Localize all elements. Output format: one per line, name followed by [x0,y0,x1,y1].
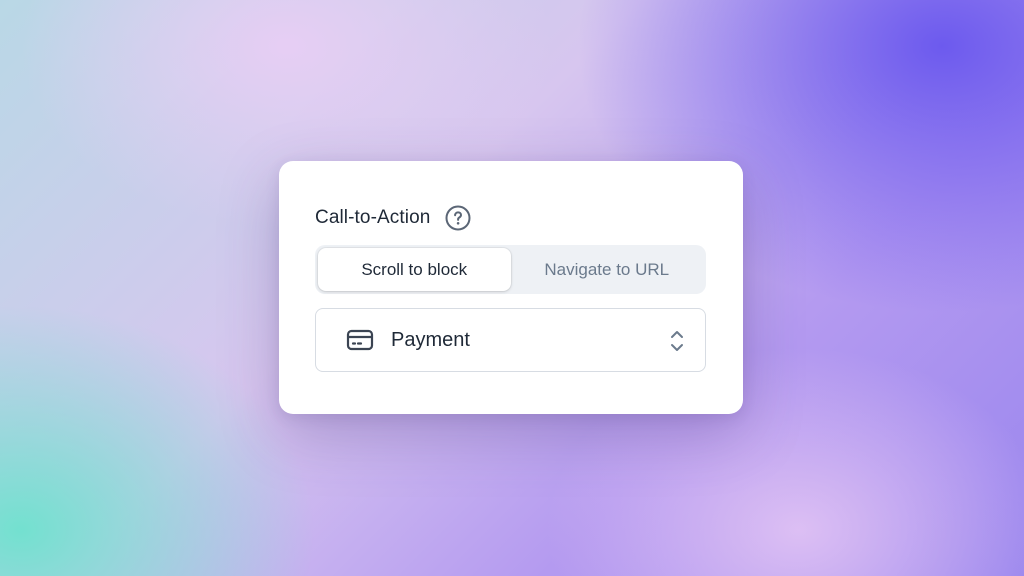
cta-header: Call-to-Action [315,205,471,231]
target-block-select[interactable]: Payment [315,308,706,372]
navigate-to-url-option[interactable]: Navigate to URL [511,248,704,291]
cta-settings-card: Call-to-Action Scroll to block Navigate … [279,161,743,414]
page-background: { "panel": { "title": "Call-to-Action", … [0,0,1024,576]
cta-mode-segmented-control: Scroll to block Navigate to URL [315,245,706,294]
scroll-to-block-option[interactable]: Scroll to block [318,248,511,291]
question-circle-icon[interactable] [445,205,471,231]
selected-block-value: Payment [391,328,470,351]
cta-title: Call-to-Action [315,207,431,228]
chevron-up-down-icon [671,331,683,351]
credit-card-icon [346,329,374,351]
